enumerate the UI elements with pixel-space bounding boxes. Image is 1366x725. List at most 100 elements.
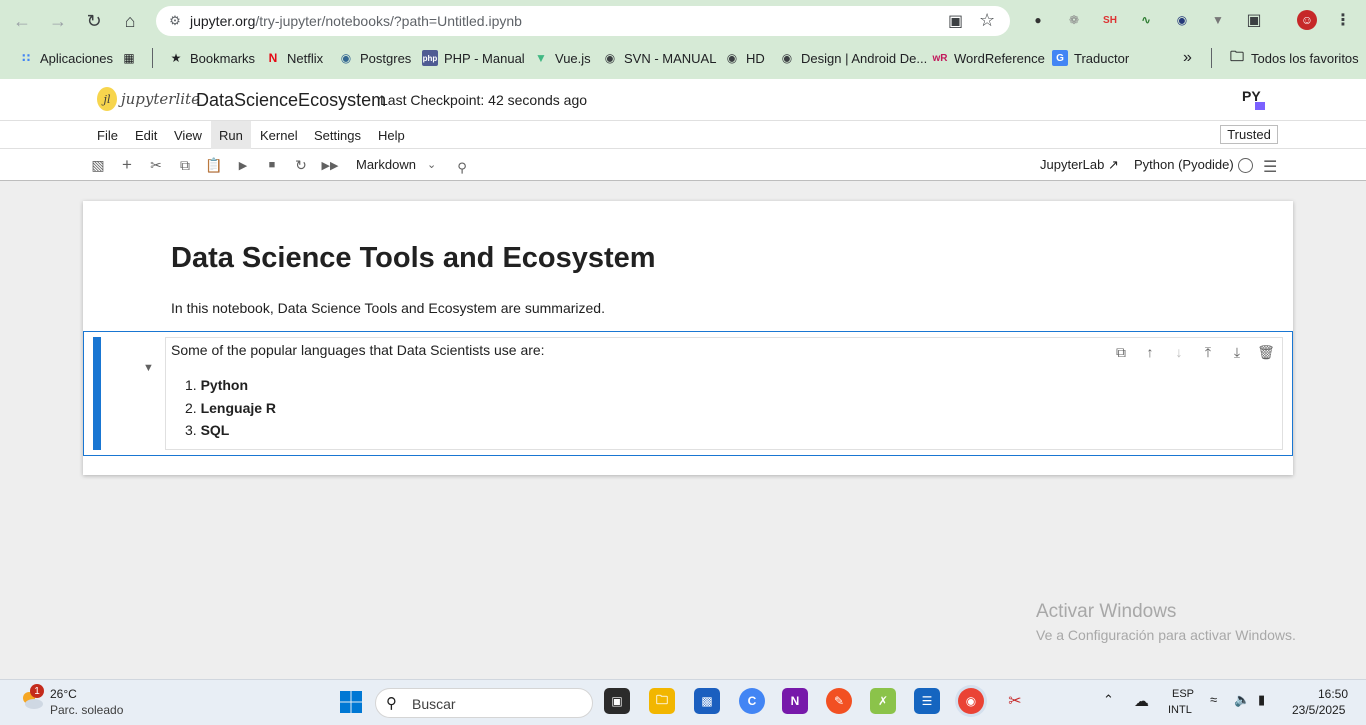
language-top[interactable]: ESP bbox=[1172, 688, 1194, 700]
extension-circle-icon[interactable]: ◉ bbox=[1172, 10, 1192, 30]
snipping-tool-icon[interactable]: ✗ bbox=[870, 688, 896, 714]
bookmark-bookmarks[interactable]: ★ Bookmarks bbox=[168, 48, 255, 68]
onenote-icon[interactable]: N bbox=[782, 688, 808, 714]
file-explorer-icon[interactable]: 🗀 bbox=[649, 688, 675, 714]
profile-avatar[interactable]: ☺ bbox=[1297, 10, 1317, 30]
globe-icon: ◉ bbox=[726, 51, 738, 65]
menu-edit[interactable]: Edit bbox=[127, 121, 165, 149]
bookmark-tab-groups[interactable]: ▦ bbox=[121, 48, 137, 68]
move-up-icon[interactable]: ↑ bbox=[1142, 344, 1158, 360]
extension-incognito-icon[interactable]: ● bbox=[1028, 10, 1048, 30]
all-bookmarks[interactable]: 🗀 Todos los favoritos bbox=[1229, 48, 1359, 68]
volume-icon[interactable]: 🔈 bbox=[1234, 692, 1250, 708]
extension-vue-icon[interactable]: ▼ bbox=[1208, 10, 1228, 30]
language-bottom[interactable]: INTL bbox=[1168, 704, 1192, 716]
kernel-name[interactable]: Python (Pyodide) bbox=[1134, 157, 1234, 172]
globe-icon: ◉ bbox=[604, 51, 616, 65]
chevron-down-icon[interactable]: ⌄ bbox=[427, 158, 436, 171]
insert-above-icon[interactable]: ⤒ bbox=[1200, 344, 1216, 360]
forward-icon[interactable]: → bbox=[47, 10, 69, 32]
menu-settings[interactable]: Settings bbox=[306, 121, 369, 149]
jupyter-logo-icon: jl bbox=[97, 87, 117, 111]
search-icon: ⚲ bbox=[386, 695, 397, 712]
copy-icon[interactable]: ⧉ bbox=[176, 156, 194, 174]
weather-temperature[interactable]: 26°C bbox=[50, 687, 77, 701]
bookmark-vue[interactable]: ▼ Vue.js bbox=[533, 48, 591, 68]
markdown-heading: Data Science Tools and Ecosystem bbox=[171, 242, 656, 274]
duplicate-cell-icon[interactable]: ⧉ bbox=[1113, 344, 1129, 360]
move-down-icon[interactable]: ↓ bbox=[1171, 344, 1187, 360]
bookmark-hd[interactable]: ◉ HD bbox=[724, 48, 765, 68]
stop-icon[interactable]: ■ bbox=[263, 156, 281, 174]
site-settings-icon[interactable]: ⚙ bbox=[160, 13, 190, 29]
taskbar-search[interactable]: ⚲ Buscar bbox=[375, 688, 593, 718]
address-bar[interactable]: ⚙ jupyter.org/try-jupyter/notebooks/?pat… bbox=[156, 6, 1010, 36]
clock-date[interactable]: 23/5/2025 bbox=[1292, 703, 1345, 717]
last-checkpoint: Last Checkpoint: 42 seconds ago bbox=[380, 92, 588, 108]
apps-grid-icon: ∷ bbox=[21, 51, 31, 65]
microsoft-store-icon[interactable]: ▩ bbox=[694, 688, 720, 714]
task-view-icon[interactable]: ▣ bbox=[604, 688, 630, 714]
restart-icon[interactable]: ↻ bbox=[292, 156, 310, 174]
run-icon[interactable]: ▶ bbox=[234, 156, 252, 174]
extensions-icon[interactable]: ▣ bbox=[1244, 10, 1264, 30]
extension-chart-icon[interactable]: ∿ bbox=[1136, 10, 1156, 30]
clock-time[interactable]: 16:50 bbox=[1318, 687, 1348, 701]
url-path: /try-jupyter/notebooks/?path=Untitled.ip… bbox=[255, 13, 522, 29]
star-icon: ★ bbox=[170, 51, 182, 65]
extension-sh-icon[interactable]: SH bbox=[1100, 10, 1120, 30]
wordreference-icon: wR bbox=[932, 52, 948, 64]
extension-puzzle-icon[interactable]: ❁ bbox=[1064, 10, 1084, 30]
paste-icon[interactable]: 📋 bbox=[205, 156, 223, 174]
bookmark-postgres[interactable]: ◉ Postgres bbox=[338, 48, 412, 68]
onedrive-icon[interactable]: ☁ bbox=[1134, 692, 1149, 710]
bookmarks-overflow[interactable]: » bbox=[1183, 48, 1192, 68]
notepad-icon[interactable]: ☰ bbox=[914, 688, 940, 714]
wifi-icon[interactable]: ≈ bbox=[1210, 692, 1217, 707]
notebook-title[interactable]: DataScienceEcosystem bbox=[196, 90, 386, 111]
cell-type-select[interactable]: Markdown bbox=[356, 157, 416, 172]
bookmark-star-icon[interactable]: ☆ bbox=[979, 10, 995, 31]
jupyterlab-link[interactable]: JupyterLab ↗ bbox=[1040, 157, 1119, 173]
pyodide-logo-icon: PY bbox=[1242, 88, 1265, 110]
trusted-indicator[interactable]: Trusted bbox=[1220, 125, 1278, 144]
delete-cell-icon[interactable]: 🗑 bbox=[1257, 344, 1275, 360]
bookmark-traductor[interactable]: G Traductor bbox=[1052, 48, 1129, 68]
chrome-profile-icon[interactable]: C bbox=[739, 688, 765, 714]
menu-kernel[interactable]: Kernel bbox=[252, 121, 306, 149]
bookmark-php[interactable]: php PHP - Manual bbox=[422, 48, 525, 68]
save-icon[interactable]: ▧ bbox=[89, 156, 107, 174]
collapse-heading-icon[interactable]: ▼ bbox=[143, 362, 154, 374]
bookmark-aplicaciones[interactable]: ∷ Aplicaciones bbox=[18, 48, 113, 68]
snip-sketch-icon[interactable]: ✂ bbox=[1002, 688, 1028, 714]
weather-condition[interactable]: Parc. soleado bbox=[50, 703, 123, 717]
chrome-menu-icon[interactable]: ⋮ bbox=[1333, 10, 1353, 30]
run-all-icon[interactable]: ▶▶ bbox=[321, 156, 339, 174]
back-icon[interactable]: ← bbox=[11, 10, 33, 32]
menu-file[interactable]: File bbox=[89, 121, 126, 149]
bookmark-wordreference[interactable]: wR WordReference bbox=[932, 48, 1045, 68]
bookmark-separator bbox=[1211, 48, 1212, 68]
show-hidden-icons-icon[interactable]: ⌃ bbox=[1103, 692, 1114, 708]
menu-view[interactable]: View bbox=[166, 121, 210, 149]
cut-icon[interactable]: ✂ bbox=[147, 156, 165, 174]
jupyterlite-logo[interactable]: jl jupyterlite bbox=[97, 87, 200, 111]
install-app-icon[interactable]: ▣ bbox=[948, 11, 963, 31]
bookmark-svn[interactable]: ◉ SVN - MANUAL bbox=[602, 48, 717, 68]
app-orange-icon[interactable]: ✎ bbox=[826, 688, 852, 714]
bookmark-design-android[interactable]: ◉ Design | Android De... bbox=[779, 48, 927, 68]
home-icon[interactable]: ⌂ bbox=[119, 10, 141, 32]
menu-help[interactable]: Help bbox=[370, 121, 413, 149]
insert-below-icon[interactable]: ⤓ bbox=[1229, 344, 1245, 360]
chrome-active-icon[interactable]: ◉ bbox=[958, 688, 984, 714]
battery-icon[interactable]: ▮ bbox=[1258, 692, 1265, 708]
reload-icon[interactable]: ↻ bbox=[83, 10, 105, 32]
bookmark-netflix[interactable]: N Netflix bbox=[265, 48, 323, 68]
menu-run[interactable]: Run bbox=[211, 121, 251, 149]
add-cell-icon[interactable]: + bbox=[118, 155, 136, 174]
menu-hamburger-icon[interactable]: ☰ bbox=[1263, 157, 1277, 177]
external-link-icon: ↗ bbox=[1107, 157, 1119, 172]
cell-collapser[interactable] bbox=[93, 337, 101, 450]
windows-start-icon[interactable] bbox=[339, 690, 363, 714]
location-pin-icon[interactable]: ⚲ bbox=[453, 159, 471, 177]
